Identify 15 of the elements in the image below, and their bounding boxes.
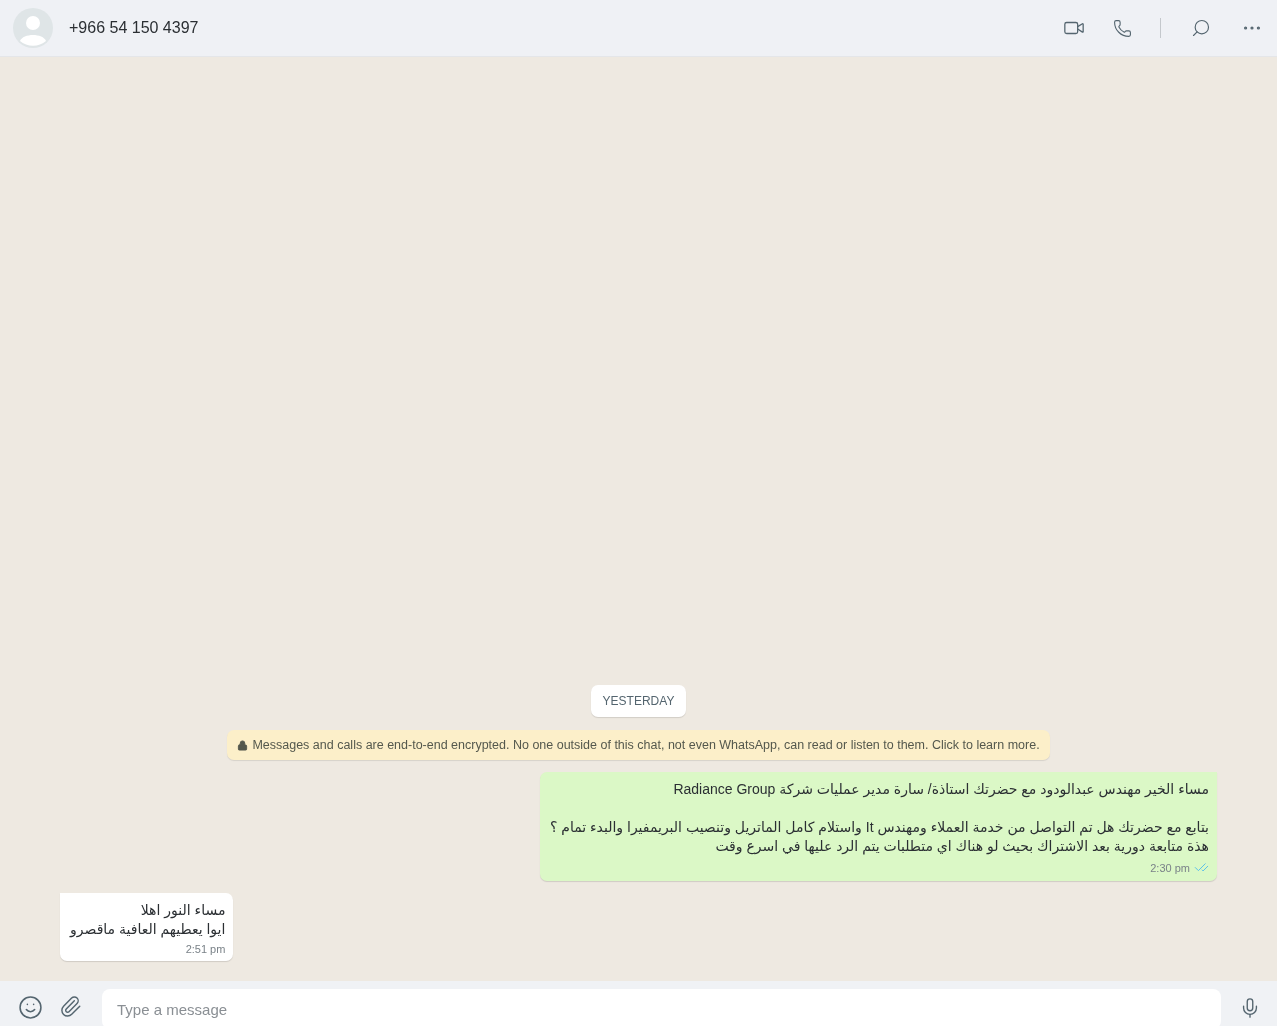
lock-icon bbox=[237, 739, 249, 751]
contact-name: +966 54 150 4397 bbox=[69, 19, 200, 37]
message-text: بتابع مع حضرتك هل تم التواصل من خدمة العملاء ومهندس It واستلام كامل الماتريل وتنصيب البريمفيرا والبدء تمام ؟ هذة متابعة دورية بعد الاشتراك بحيث لو هناك اي متطلبات يتم الرد عليها في اسرع وقت bbox=[549, 818, 1209, 856]
message-text: مساء الخير مهندس عبدالودود مع حضرتك استاذة/ سارة مدير عمليات شركة Radiance Group bbox=[672, 780, 1209, 799]
paperclip-icon[interactable] bbox=[59, 995, 82, 1018]
phone-icon[interactable] bbox=[1113, 18, 1132, 38]
message-text: مساء النور اهلا ايوا يعطيهم العافية ماقصرو bbox=[70, 901, 226, 939]
encryption-notice-text: Messages and calls are end-to-end encrypted. No one outside of this chat, not even WhatsApp, can read or listen to them. Click to learn more. bbox=[252, 738, 1040, 752]
message-input[interactable]: Type a message bbox=[102, 989, 1221, 1026]
search-icon[interactable] bbox=[1191, 18, 1211, 38]
emoji-icon[interactable] bbox=[18, 995, 43, 1020]
message-time: 2:30 pm bbox=[1150, 861, 1190, 874]
date-label: YESTERDAY bbox=[590, 685, 687, 717]
message-time: 2:51 pm bbox=[185, 943, 226, 955]
encryption-notice[interactable]: Messages and calls are end-to-end encrypted. No one outside of this chat, not even WhatsApp, can read or listen to them. Click to learn more. bbox=[227, 730, 1050, 760]
